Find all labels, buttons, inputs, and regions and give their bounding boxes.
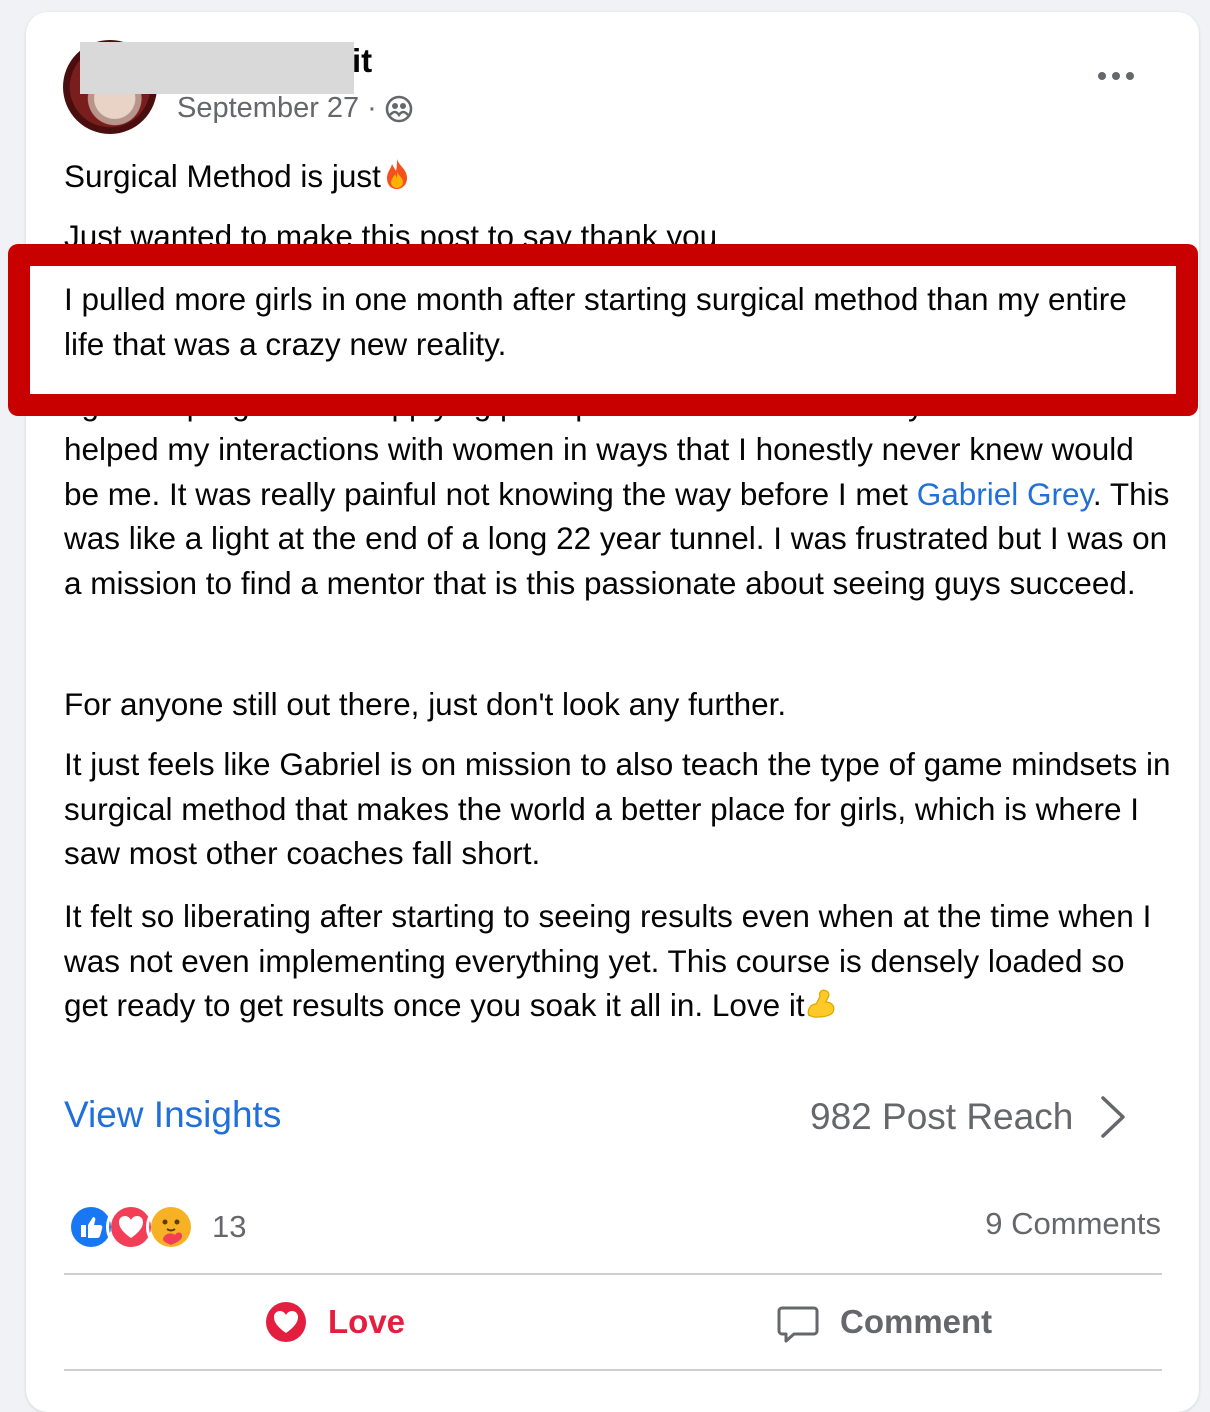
fire-icon (386, 159, 407, 189)
meta-separator: · (367, 92, 377, 124)
post-paragraph: It just feels like Gabriel is on mission… (64, 746, 1171, 871)
redacted-author-name (80, 42, 354, 94)
flexed-biceps-icon (807, 989, 835, 1018)
comment-button-label: Comment (840, 1303, 993, 1340)
paragraph-text: Surgical Method is just (64, 158, 381, 194)
post-paragraph: Surgical Method is just (64, 154, 1174, 199)
more-horizontal-icon[interactable] (1098, 72, 1134, 80)
post-date[interactable]: September 27 (177, 92, 359, 125)
chevron-right-icon (1101, 1096, 1126, 1138)
love-button-label: Love (328, 1303, 406, 1340)
comments-count[interactable]: 9 Comments (985, 1206, 1161, 1242)
post-paragraph: It felt so liberating after starting to … (64, 894, 1174, 1028)
divider (64, 1273, 1162, 1275)
comment-button[interactable]: Comment (776, 1300, 992, 1344)
comment-icon (777, 1306, 819, 1343)
post-paragraph: For anyone still out there, just don't l… (64, 686, 787, 722)
group-icon (385, 95, 413, 122)
divider (64, 1369, 1162, 1371)
mention-link[interactable]: Gabriel Grey (917, 476, 1093, 512)
heart-icon (266, 1302, 306, 1342)
clipped-line: I got the program and applying principle… (64, 395, 924, 422)
post-reach-label: 982 Post Reach (810, 1096, 1074, 1137)
post-card: it September 27 · Surgical Method is jus… (8, 12, 1199, 1412)
paragraph-text: It felt so liberating after starting to … (64, 898, 1152, 1023)
post-paragraph: I got the program and applying principle… (64, 395, 1174, 605)
post-meta: September 27 · (177, 92, 413, 125)
care-reaction-icon (146, 1202, 196, 1252)
author-name-suffix[interactable]: it (352, 42, 372, 80)
post-paragraph: Just wanted to make this post to say tha… (64, 218, 718, 250)
view-insights-link[interactable]: View Insights (64, 1094, 281, 1136)
reaction-summary[interactable]: 13 (66, 1202, 246, 1252)
love-button[interactable]: Love (264, 1300, 405, 1344)
post-reach[interactable]: 982 Post Reach (810, 1094, 1127, 1140)
reaction-count: 13 (212, 1209, 247, 1244)
highlighted-paragraph: I pulled more girls in one month after s… (64, 281, 1127, 362)
